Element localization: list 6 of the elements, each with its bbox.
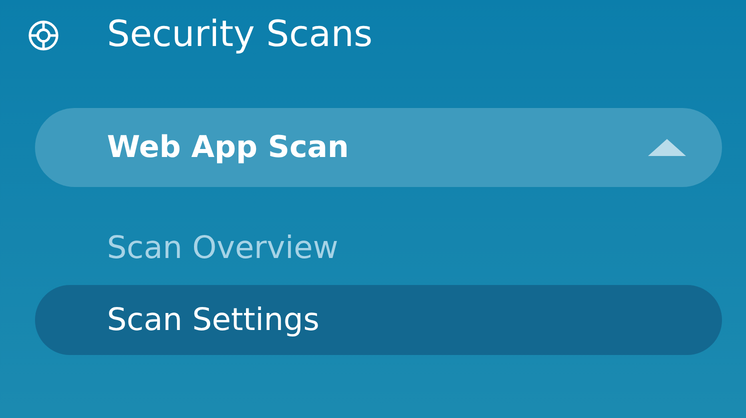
menu-item[interactable]: Scan Settings	[35, 285, 722, 355]
section-title: Security Scans	[107, 17, 373, 53]
group-toggle[interactable]: Web App Scan	[35, 108, 722, 187]
caret-icon	[648, 139, 686, 156]
menu-item[interactable]: Scan Overview	[35, 213, 722, 283]
target-icon	[28, 20, 59, 50]
